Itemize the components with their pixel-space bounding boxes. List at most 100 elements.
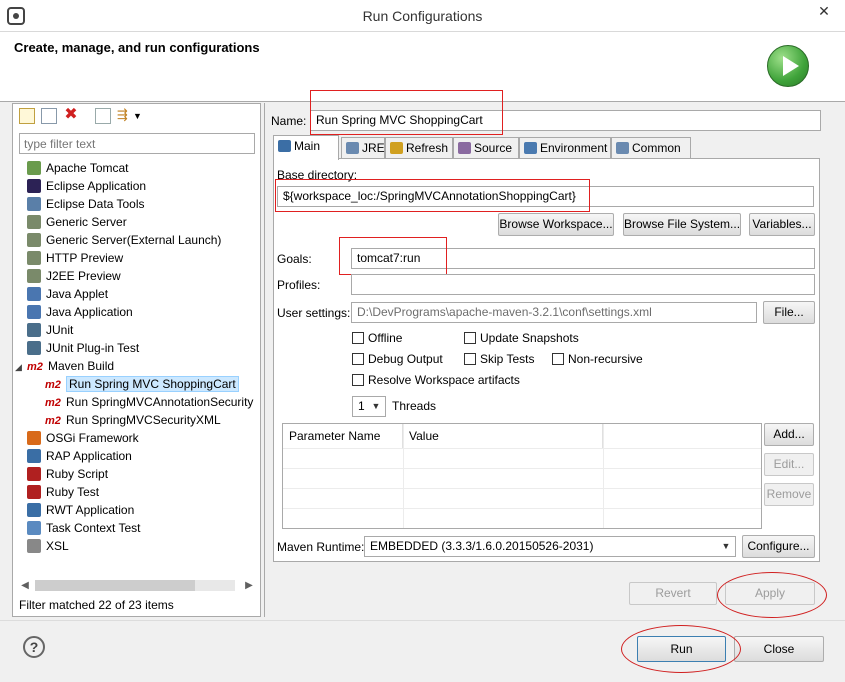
tree-item[interactable]: ◢ m2 Maven Build [15, 357, 114, 375]
scroll-left-icon[interactable]: ◀ [17, 577, 33, 594]
expand-chevron-icon[interactable]: ◢ [15, 358, 27, 376]
apply-button[interactable]: Apply [725, 582, 815, 605]
configure-button[interactable]: Configure... [742, 535, 815, 558]
duplicate-icon[interactable] [41, 108, 57, 124]
tree-item[interactable]: RWT Application [27, 501, 134, 519]
threads-select[interactable]: 1 ▼ [352, 396, 386, 417]
collapse-all-icon[interactable] [95, 108, 111, 124]
m2-icon: m2 [27, 361, 43, 373]
filter-input[interactable] [19, 133, 255, 154]
environment-icon [524, 142, 537, 154]
tree-item[interactable]: m2 Run SpringMVCSecurityXML [45, 411, 221, 429]
skip-tests-checkbox[interactable]: Skip Tests [464, 352, 534, 366]
tree-item[interactable]: m2 Run Spring MVC ShoppingCart [45, 375, 239, 393]
tree-item-label: Apache Tomcat [46, 161, 129, 175]
help-icon[interactable]: ? [23, 636, 45, 658]
tree-item-label: Maven Build [48, 359, 115, 373]
tree-item[interactable]: RAP Application [27, 447, 132, 465]
tree-item-label: Ruby Script [46, 467, 109, 481]
tab-common[interactable]: Common [611, 137, 691, 159]
tree-item[interactable]: JUnit Plug-in Test [27, 339, 139, 357]
filter-icon[interactable]: ⇶ [117, 108, 133, 124]
parameters-table[interactable]: Parameter Name Value [282, 423, 762, 529]
scroll-right-icon[interactable]: ▶ [241, 577, 257, 594]
run-button[interactable]: Run [637, 636, 726, 662]
resolve-workspace-label: Resolve Workspace artifacts [368, 373, 520, 387]
tree-item-label: Ruby Test [46, 485, 100, 499]
tree-item[interactable]: XSL [27, 537, 69, 555]
maven-runtime-label: Maven Runtime: [277, 540, 365, 554]
tree-item[interactable]: Eclipse Application [27, 177, 146, 195]
tab-label: Environment [540, 141, 608, 155]
checkbox-box [552, 353, 564, 365]
source-icon [458, 142, 471, 154]
browse-file-system-button[interactable]: Browse File System... [623, 213, 741, 236]
tab-refresh[interactable]: Refresh [385, 137, 453, 159]
new-config-icon[interactable] [19, 108, 35, 124]
resolve-workspace-checkbox[interactable]: Resolve Workspace artifacts [352, 373, 520, 387]
non-recursive-checkbox[interactable]: Non-recursive [552, 352, 643, 366]
server-icon [27, 215, 41, 229]
xsl-icon [27, 539, 41, 553]
tree-item[interactable]: Ruby Test [27, 483, 99, 501]
tree-item-label: JUnit [46, 323, 74, 337]
jre-icon [346, 142, 359, 154]
variables-button[interactable]: Variables... [749, 213, 815, 236]
tab-source[interactable]: Source [453, 137, 519, 159]
tree-item-label: Generic Server [46, 215, 127, 229]
tree-item[interactable]: Java Applet [27, 285, 108, 303]
name-field[interactable]: Run Spring MVC ShoppingCart [310, 110, 821, 131]
common-icon [616, 142, 629, 154]
tree-item[interactable]: Task Context Test [27, 519, 141, 537]
chevron-down-icon[interactable]: ▼ [133, 108, 149, 124]
tree-item[interactable]: Generic Server [27, 213, 127, 231]
scroll-thumb[interactable] [35, 580, 195, 591]
table-row [283, 448, 761, 449]
tab-label: Source [474, 141, 513, 155]
debug-output-checkbox[interactable]: Debug Output [352, 352, 443, 366]
update-snapshots-checkbox[interactable]: Update Snapshots [464, 331, 579, 345]
tree-item[interactable]: Java Application [27, 303, 133, 321]
maven-runtime-select[interactable]: EMBEDDED (3.3.3/1.6.0.20150526-2031) ▼ [364, 536, 736, 557]
tree-item[interactable]: m2 Run SpringMVCAnnotationSecurity [45, 393, 253, 411]
tree-horizontal-scrollbar[interactable]: ◀ ▶ [17, 577, 257, 594]
tree-item[interactable]: Apache Tomcat [27, 159, 129, 177]
tree-item[interactable]: OSGi Framework [27, 429, 139, 447]
tree-item[interactable]: J2EE Preview [27, 267, 121, 285]
tab-jre[interactable]: JRE [341, 137, 385, 159]
offline-checkbox[interactable]: Offline [352, 331, 402, 345]
browse-workspace-button[interactable]: Browse Workspace... [498, 213, 614, 236]
tab-environment[interactable]: Environment [519, 137, 611, 159]
edit-parameter-button[interactable]: Edit... [764, 453, 814, 476]
user-settings-field[interactable]: D:\DevPrograms\apache-maven-3.2.1\conf\s… [351, 302, 757, 323]
tree-item[interactable]: Eclipse Data Tools [27, 195, 145, 213]
window-close-button[interactable]: ✕ [806, 0, 842, 22]
goals-field[interactable]: tomcat7:run [351, 248, 815, 269]
file-button[interactable]: File... [763, 301, 815, 324]
close-button[interactable]: Close [734, 636, 824, 662]
remove-parameter-button[interactable]: Remove [764, 483, 814, 506]
j2ee-icon [27, 269, 41, 283]
tree-item[interactable]: Ruby Script [27, 465, 108, 483]
m2-icon: m2 [45, 415, 61, 427]
add-parameter-button[interactable]: Add... [764, 423, 814, 446]
tree-item[interactable]: HTTP Preview [27, 249, 123, 267]
tomcat-icon [27, 161, 41, 175]
base-directory-label: Base directory: [277, 168, 358, 182]
column-header-parameter-name: Parameter Name [283, 424, 403, 448]
base-directory-field[interactable]: ${workspace_loc:/SpringMVCAnnotationShop… [277, 186, 814, 207]
osgi-icon [27, 431, 41, 445]
checkbox-box [352, 332, 364, 344]
tab-main[interactable]: Main [273, 135, 339, 160]
profiles-field[interactable] [351, 274, 815, 295]
tree-item-label: Run SpringMVCSecurityXML [66, 413, 221, 427]
name-label: Name: [271, 114, 307, 128]
tree-item-label: RWT Application [46, 503, 135, 517]
tree-item-label: JUnit Plug-in Test [46, 341, 140, 355]
revert-button[interactable]: Revert [629, 582, 717, 605]
delete-icon[interactable]: ✖ [63, 107, 79, 124]
tree-item-label: Eclipse Application [46, 179, 147, 193]
tree-item[interactable]: JUnit [27, 321, 73, 339]
tree-item[interactable]: Generic Server(External Launch) [27, 231, 221, 249]
non-recursive-label: Non-recursive [568, 352, 643, 366]
